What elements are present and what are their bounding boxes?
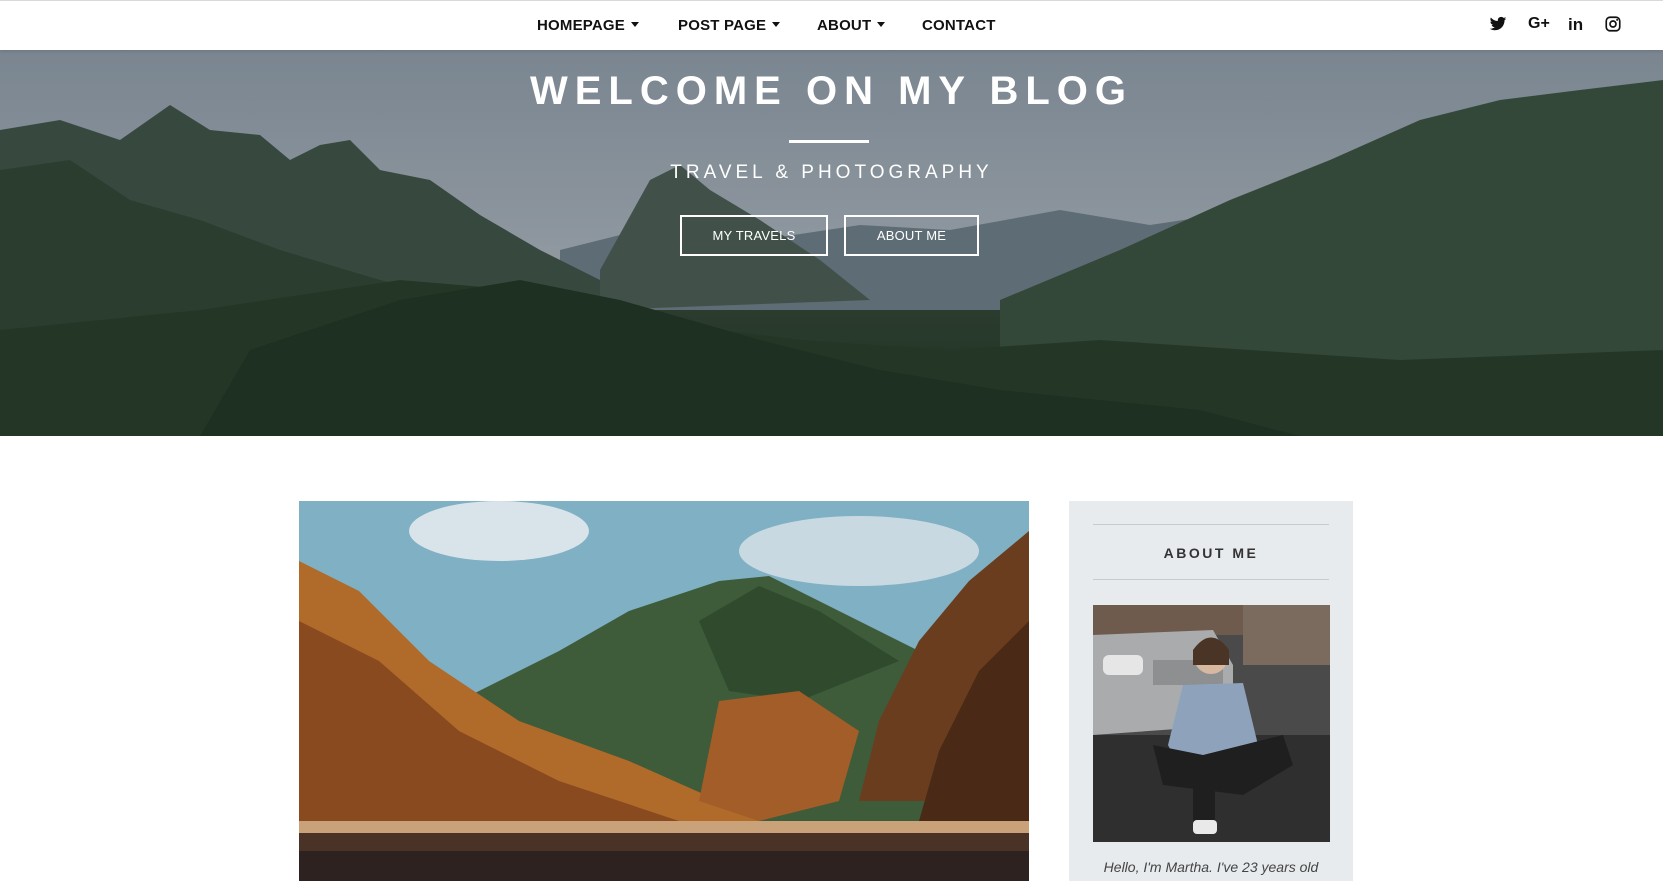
about-me-button[interactable]: ABOUT ME (844, 215, 979, 256)
hero-divider (789, 140, 869, 143)
hero-subtitle: TRAVEL & PHOTOGRAPHY (670, 162, 993, 183)
linkedin-icon-text: in (1568, 15, 1584, 34)
featured-post-image[interactable] (299, 501, 1029, 881)
caret-down-icon (877, 21, 886, 27)
nav-item-contact-label: CONTACT (922, 17, 996, 34)
linkedin-icon[interactable]: in (1568, 15, 1588, 35)
nav-item-homepage-label: HOMEPAGE (537, 17, 625, 34)
google-plus-icon-text: G+ (1528, 15, 1550, 32)
nav-item-post-page[interactable]: POST PAGE (678, 17, 781, 34)
nav-item-about[interactable]: ABOUT (817, 17, 886, 34)
nav-item-post-page-label: POST PAGE (678, 17, 767, 34)
top-navigation: HOMEPAGE POST PAGE ABOUT CONTACT G+ in (0, 0, 1663, 50)
nav-item-contact[interactable]: CONTACT (922, 17, 996, 34)
sidebar-divider-bottom (1093, 579, 1329, 580)
instagram-icon[interactable] (1604, 15, 1624, 35)
author-photo (1093, 605, 1330, 842)
sidebar-intro-text: Hello, I'm Martha. I've 23 years old (1103, 859, 1319, 875)
caret-down-icon (772, 21, 781, 27)
nav-item-homepage[interactable]: HOMEPAGE (537, 17, 639, 34)
sidebar-title: ABOUT ME (1163, 545, 1259, 561)
sidebar-divider-top (1093, 524, 1329, 525)
nav-item-about-label: ABOUT (817, 17, 872, 34)
caret-down-icon (631, 21, 639, 27)
autumn-river-image (299, 501, 1029, 881)
hero-title: WELCOME ON MY BLOG (529, 69, 1134, 113)
sidebar-about: ABOUT ME Hello, I'm Martha. I've 23 year… (1069, 501, 1353, 881)
my-travels-button[interactable]: MY TRAVELS (680, 215, 828, 256)
author-portrait-image (1093, 605, 1330, 842)
google-plus-icon[interactable]: G+ (1528, 15, 1552, 35)
hero-banner: WELCOME ON MY BLOG TRAVEL & PHOTOGRAPHY … (0, 50, 1663, 436)
twitter-icon[interactable] (1489, 15, 1509, 35)
